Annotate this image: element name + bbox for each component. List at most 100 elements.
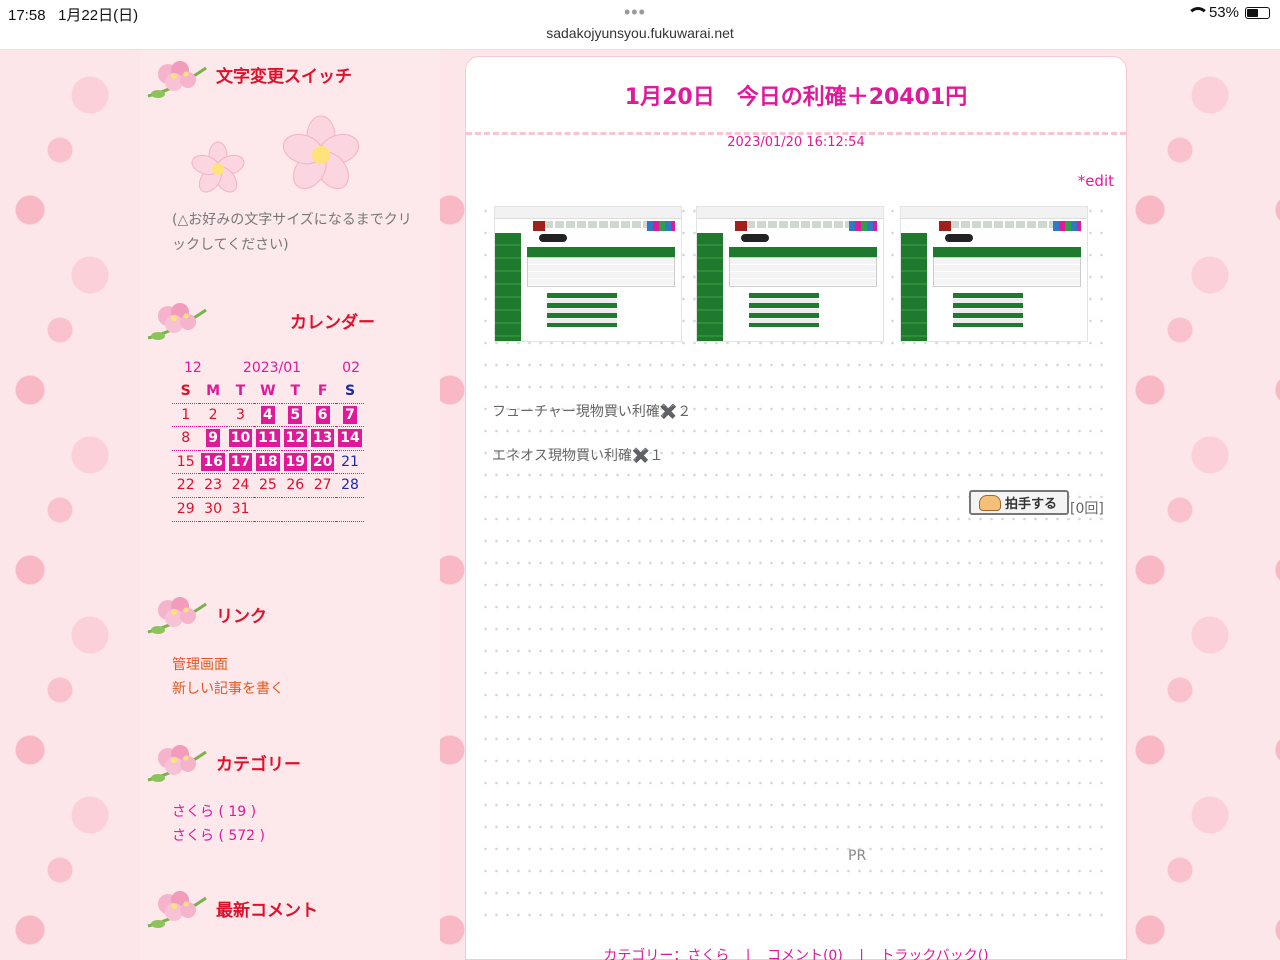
calendar-day (336, 498, 364, 522)
sakura-branch-icon (147, 891, 207, 928)
thumb-icons (647, 221, 675, 231)
post-body: フューチャー現物買い利確✖️２ エネオス現物買い利確✖️１ 拍手する [0回] … (480, 192, 1110, 932)
calendar-day-link[interactable]: 7 (343, 405, 357, 424)
thumb-summary (547, 293, 617, 327)
calendar-weekday: T (226, 380, 255, 404)
calendar-day-link[interactable]: 16 (201, 452, 225, 471)
text-size-note: (△お好みの文字サイズになるまでクリックしてください) (172, 212, 412, 253)
footer-category-link[interactable]: カテゴリー：さくら (603, 948, 729, 960)
calendar-day-link[interactable]: 12 (283, 429, 307, 448)
calendar-day[interactable]: 19 (281, 451, 309, 475)
clapping-hands-icon (979, 494, 1001, 511)
address-bar[interactable]: sadakojyunsyou.fukuwarai.net (0, 25, 1280, 41)
footer-separator: | (859, 948, 864, 960)
calendar-day[interactable]: 5 (281, 404, 309, 428)
screenshot-image[interactable] (494, 206, 682, 342)
calendar-day-link[interactable]: 13 (310, 429, 335, 448)
screenshot-image[interactable] (696, 206, 884, 342)
calendar-day: 28 (336, 474, 364, 498)
calendar-day: 15 (172, 451, 200, 475)
calendar-day[interactable]: 9 (199, 427, 227, 451)
calendar-day: 22 (172, 474, 200, 498)
edit-link[interactable]: *edit (1078, 172, 1114, 190)
calendar-day (281, 498, 309, 522)
thumb-active-tab (735, 221, 747, 231)
thumb-icons (849, 221, 877, 231)
calendar-day[interactable]: 7 (336, 404, 364, 428)
calendar-day: 29 (172, 498, 200, 522)
calendar-day-link[interactable]: 17 (228, 452, 253, 471)
thumb-sidebar (901, 233, 927, 341)
calendar-day[interactable]: 13 (308, 427, 337, 451)
footer-separator: | (745, 948, 751, 960)
sidebar: 文字変更スイッチ (△お好みの文字サイズになるまでクリックしてください) カレン… (140, 50, 440, 960)
admin-link[interactable]: 管理画面 (172, 654, 228, 674)
thumb-active-tab (533, 221, 545, 231)
calendar-day[interactable]: 18 (254, 451, 282, 475)
calendar-day[interactable]: 20 (308, 451, 337, 475)
thumb-table (933, 257, 1081, 287)
calendar-day[interactable]: 11 (254, 427, 282, 451)
thumb-sidebar (495, 233, 521, 341)
calendar-day[interactable]: 10 (226, 427, 255, 451)
thumb-redaction (741, 234, 769, 242)
calendar-day-link[interactable]: 14 (338, 429, 362, 448)
screenshot-image[interactable] (900, 206, 1088, 342)
footer-comments-link[interactable]: コメント(0) (767, 948, 843, 960)
calendar-grid: S M T W T F S 1 2 3 4 5 6 7 8 9 10 11 12 13 14 15 16 17 18 19 20 21… (172, 380, 364, 522)
calendar-day: 30 (199, 498, 227, 522)
sakura-branch-icon (147, 597, 207, 634)
calendar-day-link[interactable]: 9 (206, 429, 220, 448)
clap-count: [0回] (1070, 501, 1104, 517)
calendar-day-link[interactable]: 11 (256, 429, 280, 448)
thumb-header-bar (527, 247, 675, 257)
post-text-line: エネオス現物買い利確✖️１ (492, 448, 664, 464)
category-link-sakura-572[interactable]: さくら ( 572 ) (172, 825, 265, 845)
calendar-day: 25 (254, 474, 282, 498)
wifi-icon (1186, 6, 1209, 19)
calendar-day[interactable]: 14 (336, 427, 364, 451)
post-title[interactable]: 1月20日 今日の利確＋20401円 (466, 79, 1126, 111)
footer-trackback-link[interactable]: トラックバック() (880, 948, 988, 960)
calendar-weekday: T (281, 380, 309, 404)
thumb-summary (953, 293, 1023, 327)
calendar-day-link[interactable]: 20 (310, 452, 335, 471)
clap-button[interactable]: 拍手する (969, 490, 1069, 515)
sakura-branch-icon (147, 745, 207, 782)
post-footer: カテゴリー：さくら | コメント(0) | トラックバック() (466, 945, 1126, 960)
calendar-day-link[interactable]: 19 (283, 452, 307, 471)
links-heading: リンク (140, 590, 440, 640)
post-date: 2023/01/20 16:12:54 (727, 135, 865, 150)
calendar-day-link[interactable]: 6 (315, 405, 330, 424)
calendar-day[interactable]: 12 (281, 427, 309, 451)
calendar-day-link[interactable]: 18 (256, 452, 280, 471)
calendar-day: 24 (226, 474, 255, 498)
calendar-day[interactable]: 4 (254, 404, 282, 428)
calendar-prev-link[interactable]: 12 (184, 356, 202, 380)
thumb-header-bar (729, 247, 877, 257)
category-link-sakura-19[interactable]: さくら ( 19 ) (172, 801, 256, 821)
thumb-active-tab (939, 221, 951, 231)
new-post-link[interactable]: 新しい記事を書く (172, 678, 284, 698)
calendar-day (254, 498, 282, 522)
post-article: 1月20日 今日の利確＋20401円 2023/01/20 16:12:54 *… (465, 56, 1127, 960)
calendar-day[interactable]: 17 (226, 451, 255, 475)
thumb-summary (749, 293, 819, 327)
calendar-day: 27 (308, 474, 337, 498)
calendar-day[interactable]: 16 (199, 451, 227, 475)
calendar-month: 2023/01 (242, 360, 302, 376)
calendar-day-link[interactable]: 10 (228, 429, 253, 448)
calendar-heading: カレンダー (140, 296, 440, 346)
large-text-switch-icon[interactable] (276, 110, 366, 200)
calendar-next-link[interactable]: 02 (342, 356, 360, 380)
battery-percent: 53% (1208, 4, 1239, 21)
thumb-header-bar (933, 247, 1081, 257)
heading-label: カテゴリー (216, 755, 301, 775)
more-options-icon[interactable]: ••• (624, 2, 646, 23)
pr-label: PR (848, 848, 867, 864)
calendar-day-link[interactable]: 4 (260, 405, 275, 424)
calendar-day-link[interactable]: 5 (288, 405, 303, 424)
small-text-switch-icon[interactable] (188, 138, 248, 200)
clap-label: 拍手する (1005, 497, 1058, 512)
calendar-day[interactable]: 6 (308, 404, 337, 428)
